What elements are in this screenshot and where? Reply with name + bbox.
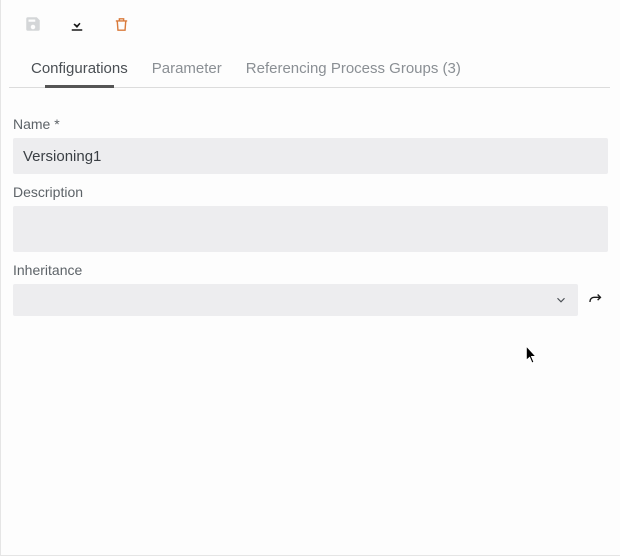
chevron-down-icon — [554, 293, 568, 307]
mouse-cursor — [525, 346, 539, 364]
tab-configurations[interactable]: Configurations — [31, 60, 128, 87]
description-input[interactable] — [13, 206, 608, 252]
clear-inheritance-icon[interactable] — [584, 288, 608, 312]
config-form: Name * Description Inheritance — [1, 88, 620, 316]
inheritance-label: Inheritance — [13, 262, 608, 278]
name-label: Name * — [13, 116, 608, 132]
trash-icon[interactable] — [111, 14, 131, 34]
toolbar — [1, 0, 620, 38]
description-label: Description — [13, 184, 608, 200]
save-icon — [23, 14, 43, 34]
tab-parameter[interactable]: Parameter — [152, 60, 222, 87]
tab-referencing-process-groups[interactable]: Referencing Process Groups (3) — [246, 60, 461, 87]
download-icon[interactable] — [67, 14, 87, 34]
name-input[interactable] — [13, 138, 608, 174]
inheritance-select[interactable] — [13, 284, 578, 316]
tab-bar: Configurations Parameter Referencing Pro… — [9, 38, 610, 88]
